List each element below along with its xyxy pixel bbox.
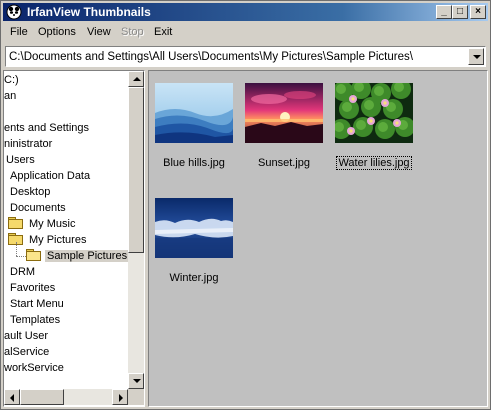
scroll-right-button[interactable] <box>112 389 128 405</box>
arrow-up-icon <box>133 77 141 81</box>
tree-item-label: an <box>4 90 17 102</box>
tree-item[interactable]: Templates <box>8 312 62 328</box>
minimize-button[interactable]: _ <box>436 5 452 19</box>
tree-item[interactable]: ents and Settings <box>4 120 91 136</box>
tree-item[interactable]: Users <box>4 152 37 168</box>
tree-item-label: DRM <box>10 266 36 278</box>
tree-item-label: My Pictures <box>29 234 87 246</box>
chevron-down-icon <box>473 55 481 59</box>
thumbnail-caption: Winter.jpg <box>145 271 243 285</box>
tree-item[interactable]: workService <box>4 360 66 376</box>
thumbnail-filename: Winter.jpg <box>169 272 219 284</box>
tree-connector <box>16 242 17 256</box>
thumbnail-caption: Water lilies.jpg <box>325 156 423 170</box>
folder-tree[interactable]: C:) an ents and Settings ninistrator Users Ap… <box>3 70 145 407</box>
tree-item[interactable]: Start Menu <box>8 296 66 312</box>
tree-item-label: workService <box>4 362 64 374</box>
tree-item[interactable]: Sample Pictures <box>26 248 130 264</box>
tree-item-label: Sample Pictures <box>45 250 130 262</box>
tree-item[interactable]: Application Data <box>8 168 92 184</box>
horizontal-scroll-thumb[interactable] <box>20 389 64 405</box>
folder-icon <box>8 217 23 229</box>
path-combobox[interactable]: C:\Documents and Settings\All Users\Docu… <box>5 46 486 67</box>
thumbnail-filename: Water lilies.jpg <box>336 156 412 170</box>
path-dropdown-button[interactable] <box>468 48 484 65</box>
thumbnail-image[interactable] <box>335 83 413 143</box>
tree-item-label: Templates <box>10 314 61 326</box>
folder-open-icon <box>26 249 41 261</box>
arrow-left-icon <box>10 394 14 402</box>
thumbnail-image[interactable] <box>155 198 233 258</box>
window-title: IrfanView Thumbnails <box>27 5 151 19</box>
scroll-left-button[interactable] <box>4 389 20 405</box>
scroll-down-button[interactable] <box>128 373 144 389</box>
arrow-right-icon <box>119 394 123 402</box>
thumbnail-item[interactable]: Blue hills.jpg <box>153 81 235 173</box>
path-value[interactable]: C:\Documents and Settings\All Users\Docu… <box>9 50 413 64</box>
close-button[interactable]: × <box>470 5 486 19</box>
tree-item[interactable]: Documents <box>8 200 68 216</box>
thumbnail-pane[interactable]: Blue hills.jpg Sunset.jpg Water lilies.jp… <box>148 70 488 407</box>
tree-item-label: Documents <box>10 202 66 214</box>
tree-item-label: Desktop <box>10 186 51 198</box>
tree-horizontal-scrollbar[interactable] <box>4 389 128 405</box>
tree-item[interactable]: C:) <box>4 72 21 88</box>
tree-item[interactable]: Desktop <box>8 184 52 200</box>
tree-connector <box>16 256 26 257</box>
thumbnail-caption: Blue hills.jpg <box>145 156 243 170</box>
tree-item[interactable]: ninistrator <box>4 136 54 152</box>
tree-item[interactable]: Favorites <box>8 280 57 296</box>
tree-item-label: My Music <box>29 218 76 230</box>
thumbnail-item[interactable]: Winter.jpg <box>153 196 235 288</box>
thumbnail-item[interactable]: Sunset.jpg <box>243 81 325 173</box>
menu-file[interactable]: File <box>10 26 28 39</box>
thumbnail-filename: Sunset.jpg <box>258 157 310 169</box>
tree-item[interactable]: ault User <box>4 328 50 344</box>
tree-item-label: ninistrator <box>4 138 53 150</box>
tree-item-label: ents and Settings <box>4 122 90 134</box>
title-bar[interactable]: IrfanView Thumbnails _ □ × <box>3 3 488 21</box>
tree-item-label: alService <box>4 346 50 358</box>
menu-stop[interactable]: Stop <box>121 26 144 39</box>
tree-item-label: Users <box>6 154 35 166</box>
tree-item-label: Start Menu <box>10 298 64 310</box>
maximize-button[interactable]: □ <box>452 5 468 19</box>
tree-item[interactable]: My Pictures <box>8 232 88 248</box>
thumbnail-image[interactable] <box>155 83 233 143</box>
scrollbar-corner <box>128 389 144 405</box>
tree-item-label: C:) <box>4 74 19 86</box>
thumbnail-caption: Sunset.jpg <box>235 156 333 170</box>
tree-item-label: Favorites <box>10 282 56 294</box>
thumbnail-item[interactable]: Water lilies.jpg <box>333 81 415 173</box>
tree-item[interactable]: an <box>4 88 18 104</box>
tree-item[interactable]: DRM <box>8 264 37 280</box>
tree-item[interactable]: My Music <box>8 216 77 232</box>
vertical-scroll-thumb[interactable] <box>128 87 144 253</box>
tree-vertical-scrollbar[interactable] <box>128 71 144 389</box>
thumbnail-image[interactable] <box>245 83 323 143</box>
tree-item-label: Application Data <box>10 170 91 182</box>
arrow-down-icon <box>133 379 141 383</box>
tree-item[interactable]: alService <box>4 344 51 360</box>
thumbnail-filename: Blue hills.jpg <box>163 157 225 169</box>
menu-view[interactable]: View <box>87 26 111 39</box>
irfanview-thumbnails-window: IrfanView Thumbnails _ □ × File Options … <box>0 0 491 410</box>
menu-bar: File Options View Stop Exit <box>3 23 488 42</box>
irfanview-app-icon <box>6 4 22 20</box>
menu-options[interactable]: Options <box>38 26 76 39</box>
tree-item-label: ault User <box>4 330 49 342</box>
scroll-up-button[interactable] <box>128 71 144 87</box>
menu-exit[interactable]: Exit <box>154 26 172 39</box>
